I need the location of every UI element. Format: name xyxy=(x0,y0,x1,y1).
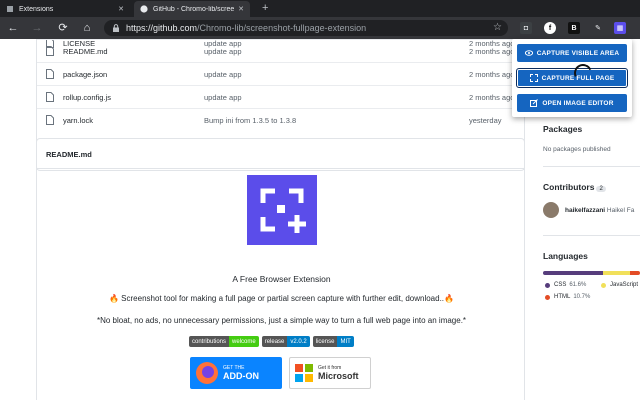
f-ext-icon[interactable]: f xyxy=(544,22,556,34)
capture-visible-button[interactable]: CAPTURE VISIBLE AREA xyxy=(517,44,627,62)
contributor-name[interactable]: haikelfazzani Haikel Fa xyxy=(565,207,634,214)
readme-title: A Free Browser Extension xyxy=(232,274,331,284)
crop-icon xyxy=(260,188,306,233)
lang-dot xyxy=(601,282,606,288)
tab-title: GitHub - Chromo-lib/screenshot xyxy=(153,5,235,13)
avatar[interactable] xyxy=(543,202,559,218)
edit-icon xyxy=(530,99,539,107)
forward-icon[interactable]: → xyxy=(30,21,44,35)
file-row[interactable]: yarn.lock Bump ini from 1.3.5 to 1.3.8 y… xyxy=(37,108,526,131)
language-javascript[interactable]: JavaScript xyxy=(601,282,638,288)
lock-icon xyxy=(113,24,119,32)
file-row[interactable]: README.md update app 2 months ago xyxy=(37,39,526,62)
languages-title: Languages xyxy=(543,251,588,261)
divider xyxy=(543,166,640,167)
url-text: https://github.com/Chromo-lib/screenshot… xyxy=(126,23,367,33)
release-badge[interactable]: release v2.0.2 xyxy=(261,336,310,347)
capture-full-button[interactable]: CAPTURE FULL PAGE xyxy=(516,68,628,88)
file-name[interactable]: package.json xyxy=(63,70,107,79)
lang-dot xyxy=(545,294,550,300)
back-icon[interactable]: ← xyxy=(6,21,20,35)
commit-age: 2 months ago xyxy=(469,47,515,56)
open-editor-label: OPEN IMAGE EDITOR xyxy=(542,99,614,107)
lang-bar-javascript xyxy=(602,271,630,275)
divider xyxy=(543,235,640,236)
commit-message[interactable]: Bump ini from 1.3.5 to 1.3.8 xyxy=(204,116,296,125)
microsoft-logo-icon xyxy=(295,364,313,382)
file-icon xyxy=(46,92,54,102)
tab-github[interactable]: GitHub - Chromo-lib/screenshot ✕ xyxy=(134,1,250,17)
lang-bar-html xyxy=(629,271,640,275)
home-icon[interactable]: ⌂ xyxy=(80,21,94,35)
extension-popup: CAPTURE VISIBLE AREA CAPTURE FULL PAGE O… xyxy=(512,39,632,117)
commit-message[interactable]: update app xyxy=(204,47,242,56)
language-bar xyxy=(543,271,640,275)
reload-icon[interactable]: ⟳ xyxy=(56,21,70,35)
tab-strip: Extensions ✕ GitHub - Chromo-lib/screens… xyxy=(0,0,640,17)
firefox-addon-button[interactable]: GET THE ADD-ON xyxy=(190,357,282,389)
address-bar[interactable]: https://github.com/Chromo-lib/screenshot… xyxy=(104,20,508,36)
github-icon xyxy=(140,5,148,13)
eye-icon xyxy=(524,50,533,56)
file-name[interactable]: yarn.lock xyxy=(63,116,93,125)
file-row[interactable]: package.json update app 2 months ago xyxy=(37,62,526,85)
contributors-title[interactable]: Contributors 2 xyxy=(543,182,606,192)
expand-icon xyxy=(529,74,538,82)
language-html[interactable]: HTML 10.7% xyxy=(545,294,590,300)
license-badge[interactable]: license MIT xyxy=(312,336,354,347)
grid-ext-icon[interactable]: ▦ xyxy=(614,22,626,34)
close-tab-icon[interactable]: ✕ xyxy=(238,5,244,13)
open-editor-button[interactable]: OPEN IMAGE EDITOR xyxy=(517,94,627,112)
commit-age: 2 months ago xyxy=(469,70,515,79)
lang-bar-css xyxy=(543,271,603,275)
language-css[interactable]: CSS 61.6% xyxy=(545,282,586,288)
readme-header: README.md xyxy=(37,139,524,169)
screenshot-logo xyxy=(247,175,317,245)
file-icon xyxy=(46,69,54,79)
firefox-icon xyxy=(196,362,218,384)
commit-age: 2 months ago xyxy=(469,93,515,102)
file-name[interactable]: rollup.config.js xyxy=(63,93,111,102)
lang-dot xyxy=(545,282,550,288)
commit-message[interactable]: update app xyxy=(204,70,242,79)
readme-note: *No bloat, no ads, no unnecessary permis… xyxy=(96,316,467,325)
capture-visible-label: CAPTURE VISIBLE AREA xyxy=(536,49,620,57)
badge-row: contributions welcome release v2.0.2 licen… xyxy=(189,336,354,348)
contributions-badge[interactable]: contributions welcome xyxy=(189,336,259,347)
packages-text: No packages published xyxy=(543,146,611,153)
file-icon xyxy=(46,46,54,56)
commit-age: yesterday xyxy=(469,116,502,125)
file-name[interactable]: README.md xyxy=(63,47,108,56)
bookmark-star-icon[interactable]: ☆ xyxy=(493,22,502,33)
browser-toolbar: ← → ⟳ ⌂ https://github.com/Chromo-lib/sc… xyxy=(0,17,640,39)
b-ext-icon[interactable]: B xyxy=(568,22,580,34)
readme-tagline: 🔥 Screenshot tool for making a full page… xyxy=(109,294,454,303)
file-icon xyxy=(46,115,54,125)
tab-extensions[interactable]: Extensions ✕ xyxy=(0,1,130,17)
puzzle-icon xyxy=(7,6,13,12)
packages-title[interactable]: Packages xyxy=(543,124,582,134)
new-tab-button[interactable]: + xyxy=(262,2,268,14)
microsoft-store-button[interactable]: Get it from Microsoft xyxy=(289,357,371,389)
readme-panel: README.md A Free Browser Extension 🔥 Scr… xyxy=(36,138,525,400)
commit-message[interactable]: update app xyxy=(204,93,242,102)
contributors-count: 2 xyxy=(596,186,606,192)
shield-ext-icon[interactable]: ◘ xyxy=(520,22,532,34)
close-tab-icon[interactable]: ✕ xyxy=(118,5,124,13)
tab-title: Extensions xyxy=(19,5,54,13)
file-row[interactable]: rollup.config.js update app 2 months ago xyxy=(37,85,526,108)
pen-ext-icon[interactable]: ✎ xyxy=(592,22,604,34)
